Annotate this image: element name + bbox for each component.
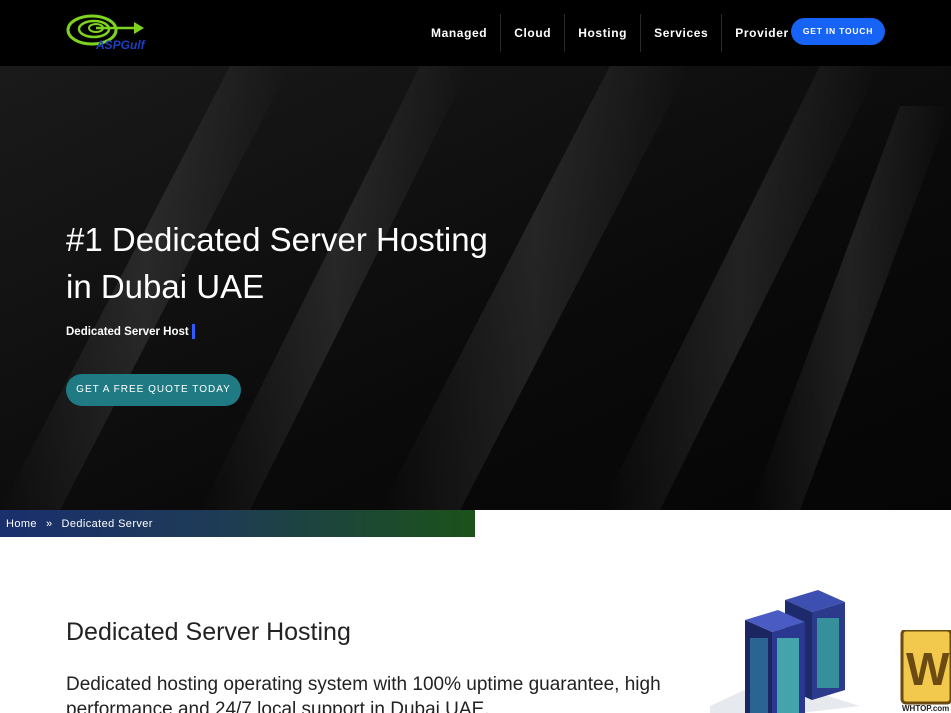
hero-section: #1 Dedicated Server Hosting in Dubai UAE…: [0, 66, 951, 510]
hero-title-line2: in Dubai UAE: [66, 268, 265, 305]
breadcrumb-home-link[interactable]: Home: [6, 518, 37, 530]
breadcrumb: Home » Dedicated Server: [0, 510, 475, 537]
page: ASPGulf Managed Cloud Hosting Services P…: [0, 0, 951, 713]
svg-text:W: W: [906, 643, 950, 695]
nav-item-cloud[interactable]: Cloud: [501, 14, 566, 52]
hero-title-line1: #1 Dedicated Server Hosting: [66, 221, 488, 258]
logo-text: ASPGulf: [95, 38, 146, 52]
breadcrumb-separator: »: [45, 517, 53, 530]
free-quote-button[interactable]: GET A FREE QUOTE TODAY: [66, 374, 241, 406]
server-rack-illustration: [710, 590, 860, 713]
nav-item-services[interactable]: Services: [641, 14, 723, 52]
whtop-text: WHTOP.com: [902, 704, 949, 713]
logo-swirl-icon: ASPGulf: [66, 14, 146, 52]
section-description: Dedicated hosting operating system with …: [66, 674, 661, 713]
get-in-touch-button[interactable]: GET IN TOUCH: [791, 18, 885, 45]
section-title: Dedicated Server Hosting: [66, 618, 351, 646]
hero-subtitle: Dedicated Server Host: [66, 324, 195, 339]
whtop-logo-icon: W WHTOP.com: [900, 628, 951, 713]
typing-caret-icon: [191, 324, 195, 339]
nav-item-managed[interactable]: Managed: [418, 14, 502, 52]
whtop-watermark: W WHTOP.com: [900, 628, 951, 713]
nav-item-provider[interactable]: Provider: [722, 14, 802, 52]
brand-logo[interactable]: ASPGulf: [66, 10, 146, 54]
breadcrumb-current: Dedicated Server: [61, 517, 153, 530]
main-nav: Managed Cloud Hosting Services Provider: [418, 14, 802, 52]
hero-title: #1 Dedicated Server Hosting in Dubai UAE: [66, 216, 586, 310]
nav-item-hosting[interactable]: Hosting: [565, 14, 642, 52]
site-header: ASPGulf Managed Cloud Hosting Services P…: [0, 0, 951, 66]
hero-subtitle-text: Dedicated Server Host: [66, 325, 189, 338]
